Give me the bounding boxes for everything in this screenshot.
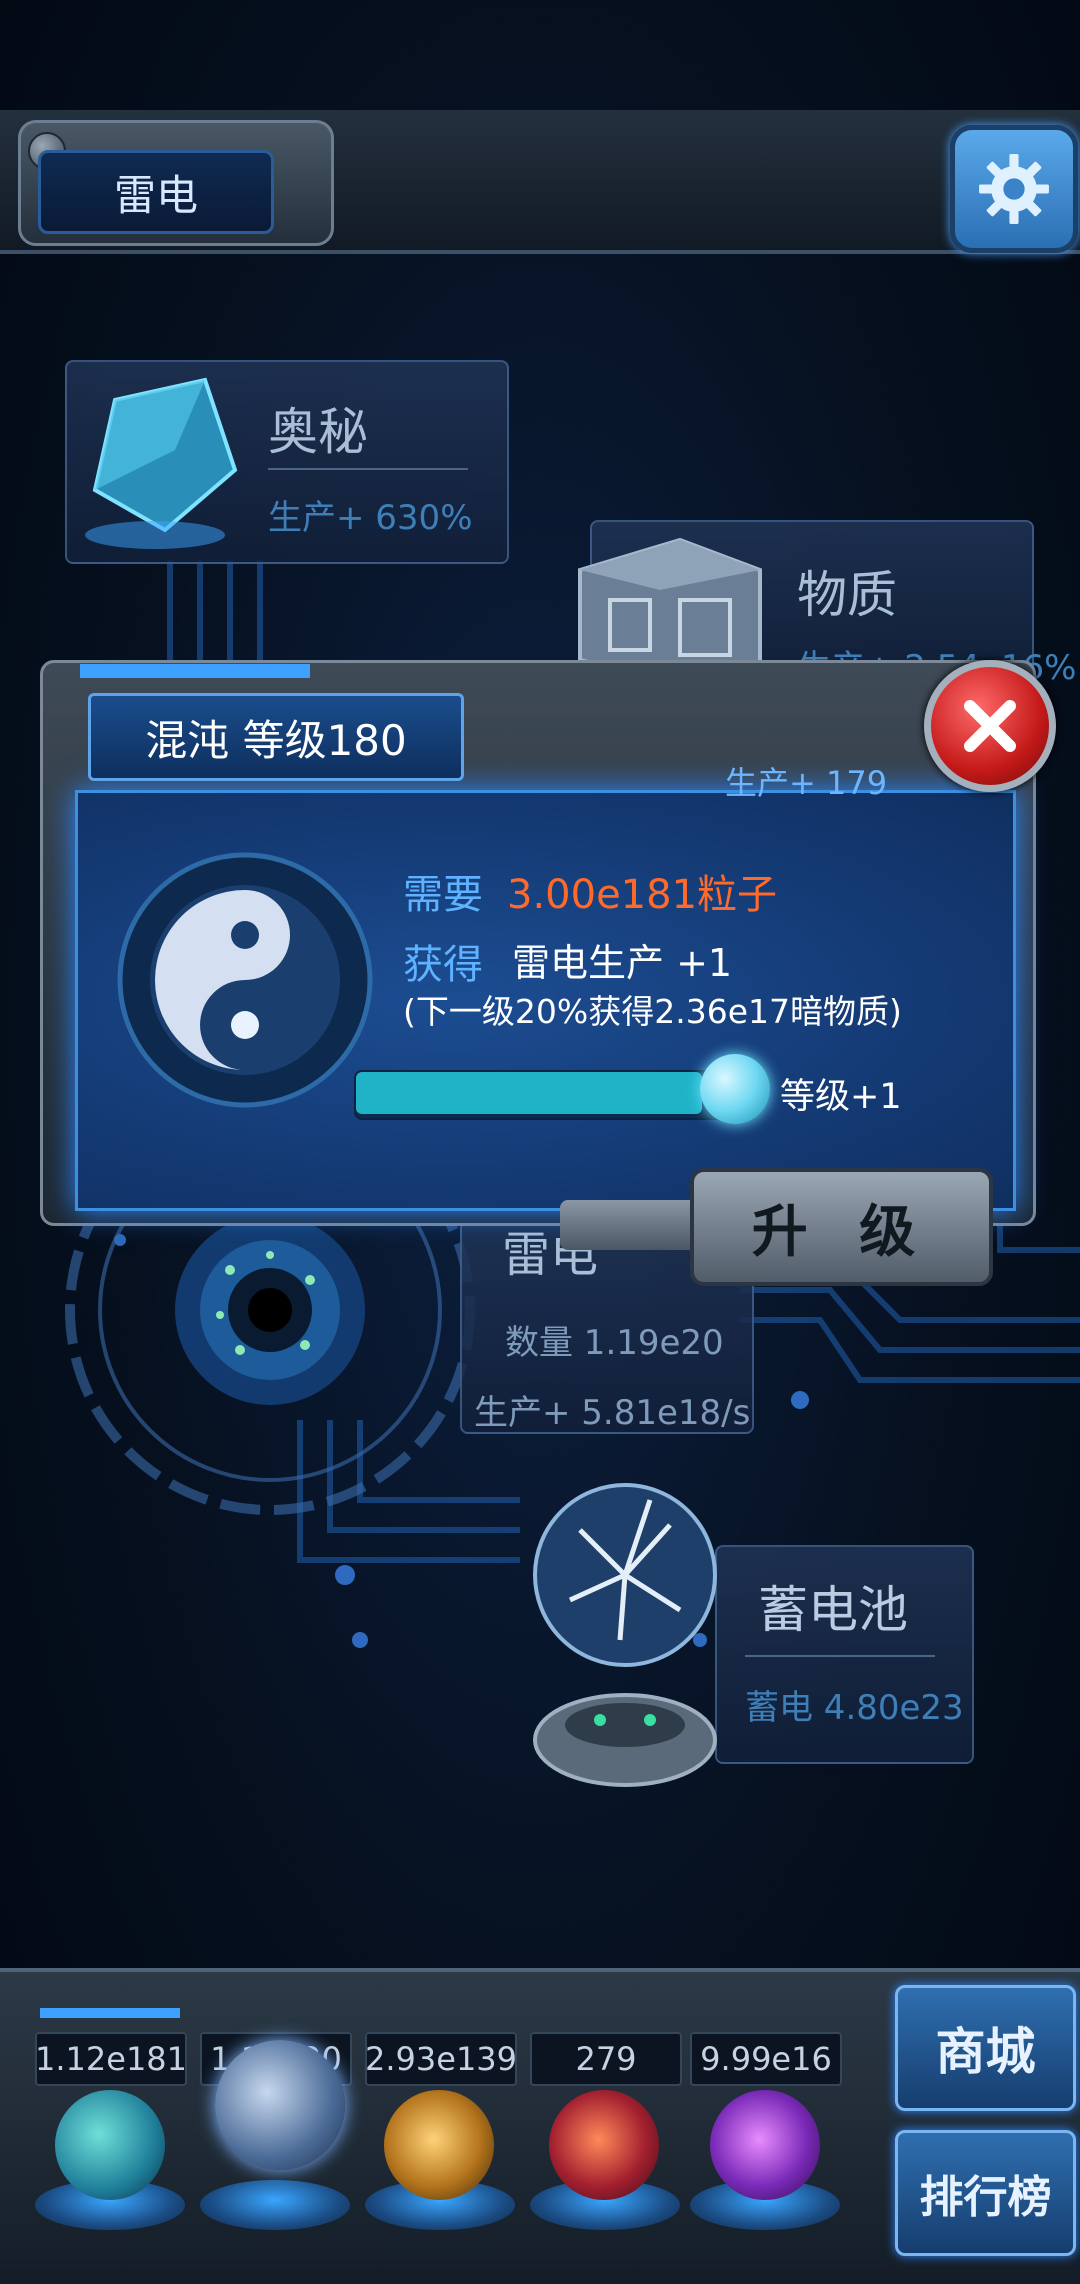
mystery-stat: 生产+ 630% <box>268 498 473 538</box>
thunder-orb-button[interactable] <box>215 2040 345 2170</box>
shop-button[interactable]: 商城 <box>895 1985 1076 2111</box>
thunder-count: 数量 1.19e20 <box>505 1323 724 1363</box>
page-title: 雷电 <box>38 150 274 234</box>
require-value: 3.00e181粒子 <box>507 872 778 918</box>
dialog-production: 生产+ 179 <box>725 764 888 802</box>
next-level-note: (下一级20%获得2.36e17暗物质) <box>403 992 902 1031</box>
crystal-icon <box>85 377 238 549</box>
mystery-name: 奥秘 <box>268 403 368 461</box>
battery-name: 蓄电池 <box>758 1581 908 1639</box>
close-button[interactable] <box>924 660 1056 792</box>
gain-value: 雷电生产 +1 <box>512 941 733 985</box>
ranking-button[interactable]: 排行榜 <box>895 2130 1076 2256</box>
require-label: 需要 <box>403 872 483 918</box>
gain-label: 获得 <box>403 942 483 988</box>
brain-orb-button[interactable] <box>549 2090 659 2200</box>
slot-value-fourth: 279 <box>530 2032 682 2086</box>
upgrade-button[interactable]: 升 级 <box>690 1168 993 1286</box>
settings-button[interactable] <box>950 125 1078 253</box>
mystery-divider <box>268 468 468 470</box>
thunder-production: 生产+ 5.81e18/s <box>474 1393 751 1433</box>
level-step-label: 等级+1 <box>780 1077 902 1117</box>
slot-base <box>200 2180 350 2230</box>
matter-name: 物质 <box>797 566 897 624</box>
battery-divider <box>745 1655 935 1657</box>
dialog-stripe <box>80 664 310 678</box>
level-progress-fill <box>356 1072 702 1114</box>
gear-icon <box>979 154 1049 224</box>
dialog-title: 混沌 等级180 <box>88 693 464 781</box>
matter-cube-icon <box>578 537 762 680</box>
battery-orb-icon <box>533 1483 717 1787</box>
close-icon <box>964 700 1016 752</box>
particle-orb-button[interactable] <box>55 2090 165 2200</box>
bottom-bar-stripe <box>40 2008 180 2018</box>
galaxy-orb-button[interactable] <box>384 2090 494 2200</box>
level-slider-handle[interactable] <box>700 1054 770 1124</box>
black-hole-icon <box>175 1215 365 1405</box>
battery-stat: 蓄电 4.80e23 <box>745 1688 964 1728</box>
vortex-orb-button[interactable] <box>710 2090 820 2200</box>
slot-value-fifth: 9.99e16 <box>690 2032 842 2086</box>
slot-value-third: 2.93e139 <box>365 2032 517 2086</box>
slot-value-particles: 1.12e181 <box>35 2032 187 2086</box>
chaos-orb-icon <box>117 852 373 1108</box>
